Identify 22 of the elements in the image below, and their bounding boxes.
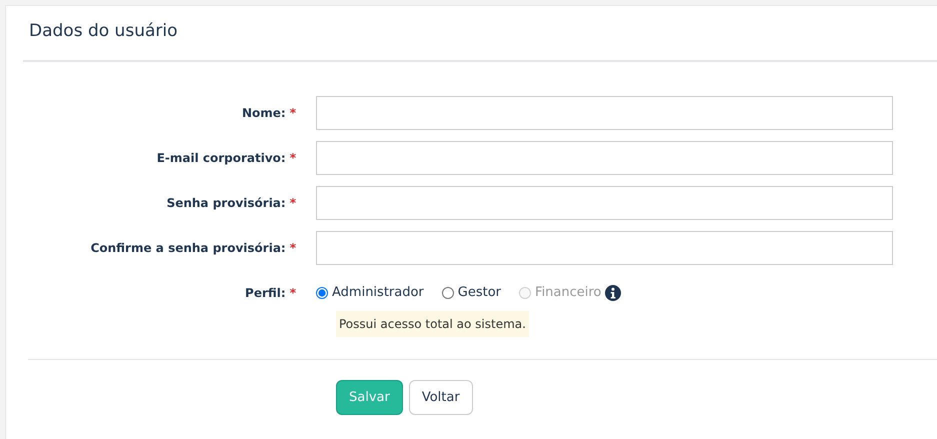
input-field[interactable] — [316, 186, 893, 220]
info-icon[interactable] — [605, 284, 622, 301]
input-field[interactable] — [316, 231, 893, 265]
required-mark: * — [290, 241, 296, 255]
required-mark: * — [290, 151, 296, 165]
field-label: E-mail corporativo: — [156, 151, 286, 165]
field-label: Nome: — [242, 106, 286, 120]
required-mark: * — [290, 196, 296, 210]
radio-label[interactable]: Gestor — [458, 283, 502, 302]
radio-button[interactable] — [316, 286, 328, 299]
field-label: Perfil: — [245, 286, 286, 300]
section-title: Dados do usuário — [28, 20, 178, 43]
field-label: Confirme a senha provisória: — [90, 241, 286, 255]
input-field[interactable] — [316, 96, 893, 130]
required-mark: * — [290, 286, 296, 300]
radio-button[interactable] — [442, 286, 454, 299]
back-button[interactable]: Voltar — [408, 380, 473, 415]
required-mark: * — [290, 106, 296, 120]
radio-label[interactable]: Administrador — [332, 283, 424, 302]
input-field[interactable] — [316, 141, 893, 175]
hint-text: Possui acesso total ao sistema. — [336, 310, 529, 336]
field-label: Senha provisória: — [166, 196, 286, 210]
